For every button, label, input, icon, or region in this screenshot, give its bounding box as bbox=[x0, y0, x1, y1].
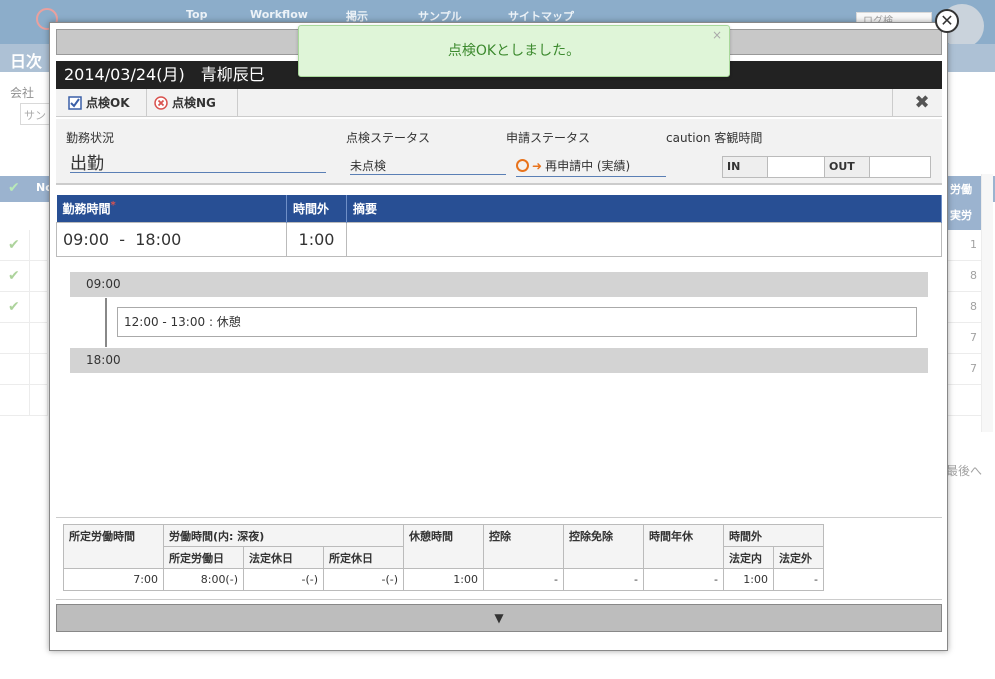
inspect-status-label: 点検ステータス bbox=[346, 131, 431, 145]
hourly-leave-header: 時間年休 bbox=[643, 524, 724, 569]
summary-divider bbox=[56, 599, 942, 600]
overtime-cell: 1:00 bbox=[286, 221, 347, 257]
legal-holiday-value: -(-) bbox=[243, 568, 324, 591]
arrow-right-icon: ➜ bbox=[532, 159, 543, 173]
objective-time-label: caution 客観時間 bbox=[666, 131, 763, 145]
overtime-summary-header: 時間外 bbox=[723, 524, 824, 547]
timeline-line bbox=[105, 298, 107, 347]
break-time-value: 1:00 bbox=[403, 568, 484, 591]
dialog-close-button[interactable]: ✕ bbox=[935, 9, 959, 33]
expand-toggle-button[interactable]: ▼ bbox=[56, 604, 942, 632]
in-time-field bbox=[767, 156, 825, 178]
success-toast: 点検OKとしました。 × bbox=[298, 25, 730, 77]
toast-close-icon[interactable]: × bbox=[711, 28, 723, 42]
toast-message: 点検OKとしました。 bbox=[447, 43, 581, 59]
legal-excess-header: 法定外 bbox=[773, 546, 824, 569]
toolbar-divider bbox=[237, 89, 238, 117]
deduction-value: - bbox=[483, 568, 564, 591]
apply-status-value: 再申請中 (実績) bbox=[545, 159, 631, 173]
scheduled-holiday-value: -(-) bbox=[323, 568, 404, 591]
summary-table: 所定労働時間 労働時間(内: 深夜) 休憩時間 控除 控除免除 時間年休 時間外… bbox=[63, 524, 824, 591]
apply-status-field[interactable]: ➜ 再申請中 (実績) bbox=[516, 157, 666, 177]
inspect-status-value: 未点検 bbox=[350, 157, 506, 175]
required-mark: * bbox=[110, 199, 116, 211]
timeline-end: 18:00 bbox=[70, 348, 928, 373]
start-time[interactable]: 09:00 bbox=[63, 230, 109, 249]
break-time-header: 休憩時間 bbox=[403, 524, 484, 569]
toolbar-close-button[interactable]: ✖ bbox=[912, 93, 932, 113]
deduction-header: 控除 bbox=[483, 524, 564, 569]
timeline-break-block[interactable]: 12:00 - 13:00 : 休憩 bbox=[117, 307, 917, 337]
in-label: IN bbox=[722, 156, 768, 178]
summary-cell[interactable] bbox=[346, 221, 942, 257]
summary-column-header: 摘要 bbox=[346, 195, 942, 222]
inspect-ng-button[interactable]: 点検NG bbox=[148, 89, 216, 117]
legal-within-header: 法定内 bbox=[723, 546, 774, 569]
daily-detail-dialog: 2014/03/24(月) 青柳辰巳 点検OK 点検NG ✖ 勤務状況 出勤 点… bbox=[49, 22, 948, 651]
legal-within-value: 1:00 bbox=[723, 568, 774, 591]
clock-icon bbox=[516, 159, 529, 172]
scheduled-hours-header: 所定労働時間 bbox=[63, 524, 164, 569]
work-status-label: 勤務状況 bbox=[66, 131, 115, 145]
deduction-exempt-value: - bbox=[563, 568, 644, 591]
apply-status-label: 申請ステータス bbox=[506, 131, 591, 145]
status-panel: 勤務状況 出勤 点検ステータス 未点検 申請ステータス ➜ 再申請中 (実績) c… bbox=[56, 119, 942, 185]
toolbar-divider bbox=[892, 89, 893, 117]
inspect-ok-button[interactable]: 点検OK bbox=[62, 89, 130, 117]
legal-excess-value: - bbox=[773, 568, 824, 591]
worktime-cell[interactable]: 09:00 - 18:00 bbox=[56, 221, 287, 257]
worktime-header: 労働時間(内: 深夜) bbox=[163, 524, 404, 547]
out-time-field bbox=[869, 156, 931, 178]
scheduled-holiday-header: 所定休日 bbox=[323, 546, 404, 569]
hourly-leave-value: - bbox=[643, 568, 724, 591]
time-separator: - bbox=[119, 229, 126, 249]
circle-x-icon bbox=[154, 96, 168, 110]
worktime-header-row: 勤務時間* 時間外 摘要 bbox=[56, 195, 942, 222]
inspect-ok-label: 点検OK bbox=[86, 96, 130, 110]
timeline-start: 09:00 bbox=[70, 272, 928, 297]
toolbar-divider bbox=[146, 89, 147, 117]
checkbox-check-icon bbox=[68, 96, 82, 110]
scheduled-hours-value: 7:00 bbox=[63, 568, 164, 591]
inspect-ng-label: 点検NG bbox=[172, 96, 216, 110]
end-time[interactable]: 18:00 bbox=[135, 230, 181, 249]
worktime-table: 勤務時間* 時間外 摘要 09:00 - 18:00 1:00 bbox=[56, 195, 942, 257]
out-label: OUT bbox=[824, 156, 870, 178]
scheduled-day-header: 所定労働日 bbox=[163, 546, 244, 569]
work-status-value[interactable]: 出勤 bbox=[70, 149, 326, 174]
worktime-column-header: 勤務時間* bbox=[56, 195, 287, 222]
legal-holiday-header: 法定休日 bbox=[243, 546, 324, 569]
worktime-row: 09:00 - 18:00 1:00 bbox=[56, 221, 942, 257]
deduction-exempt-header: 控除免除 bbox=[563, 524, 644, 569]
dialog-toolbar: 点検OK 点検NG ✖ bbox=[56, 89, 942, 117]
scheduled-day-value: 8:00(-) bbox=[163, 568, 244, 591]
summary-divider bbox=[56, 517, 942, 518]
overtime-column-header: 時間外 bbox=[286, 195, 347, 222]
